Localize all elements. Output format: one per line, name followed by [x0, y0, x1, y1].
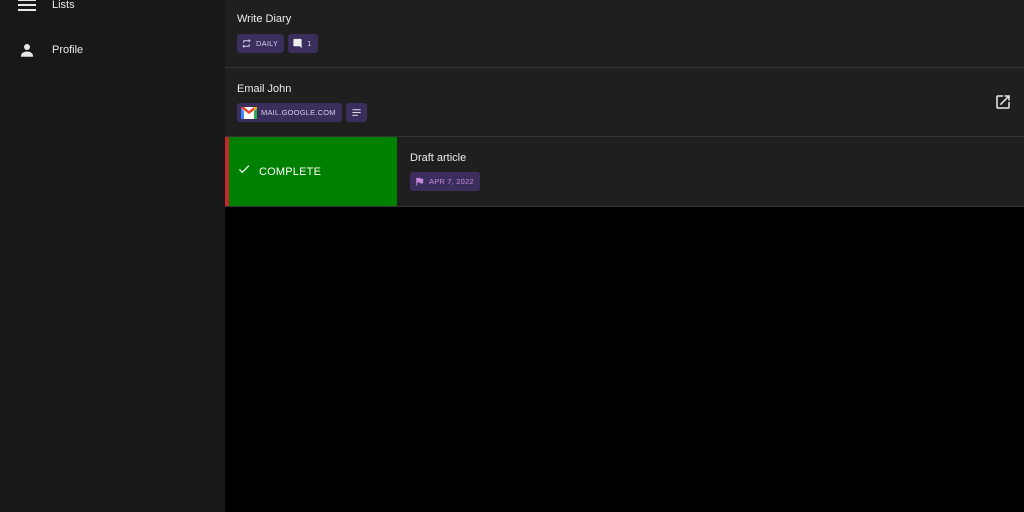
- check-icon: [237, 162, 251, 181]
- chip-label: 1: [307, 39, 312, 48]
- menu-icon: [16, 0, 38, 16]
- open-in-new-icon[interactable]: [994, 93, 1012, 111]
- task-title: Draft article: [410, 152, 467, 164]
- sidebar-item-profile[interactable]: Profile: [0, 30, 225, 70]
- task-row[interactable]: Email John MAIL.GOOGLE.COM: [225, 68, 1024, 137]
- chip-label: APR 7, 2022: [429, 177, 474, 186]
- link-chip[interactable]: MAIL.GOOGLE.COM: [237, 103, 342, 122]
- repeat-icon: [241, 38, 252, 49]
- task-list: Write Diary DAILY 1 Email John MAIL.GOOG…: [225, 0, 1024, 512]
- task-row[interactable]: Write Diary DAILY 1: [225, 0, 1024, 68]
- person-icon: [16, 39, 38, 61]
- notes-chip[interactable]: [345, 103, 367, 122]
- sidebar-item-label: Profile: [52, 44, 84, 56]
- repeat-chip[interactable]: DAILY: [237, 34, 285, 53]
- complete-swipe-action[interactable]: COMPLETE: [225, 137, 397, 206]
- task-title: Write Diary: [237, 13, 292, 25]
- comment-icon: [292, 38, 303, 49]
- gmail-icon: [241, 106, 257, 119]
- task-title: Email John: [237, 83, 292, 95]
- chip-label: DAILY: [256, 39, 279, 48]
- task-chips: DAILY 1: [237, 34, 318, 53]
- due-date-chip[interactable]: APR 7, 2022: [410, 172, 480, 191]
- flag-icon: [414, 176, 425, 187]
- chip-label: MAIL.GOOGLE.COM: [261, 108, 336, 117]
- comments-chip[interactable]: 1: [288, 34, 318, 53]
- task-row[interactable]: COMPLETE Draft article APR 7, 2022: [225, 137, 1024, 207]
- sidebar: Lists Profile: [0, 0, 225, 512]
- sidebar-item-lists[interactable]: Lists: [0, 0, 225, 25]
- notes-icon: [351, 107, 362, 118]
- app-window: Lists Profile Write Diary DAILY 1 Email …: [0, 0, 1024, 512]
- task-chips: MAIL.GOOGLE.COM: [237, 103, 367, 122]
- sidebar-item-label: Lists: [52, 0, 75, 11]
- complete-label: COMPLETE: [259, 165, 322, 178]
- task-chips: APR 7, 2022: [410, 172, 480, 191]
